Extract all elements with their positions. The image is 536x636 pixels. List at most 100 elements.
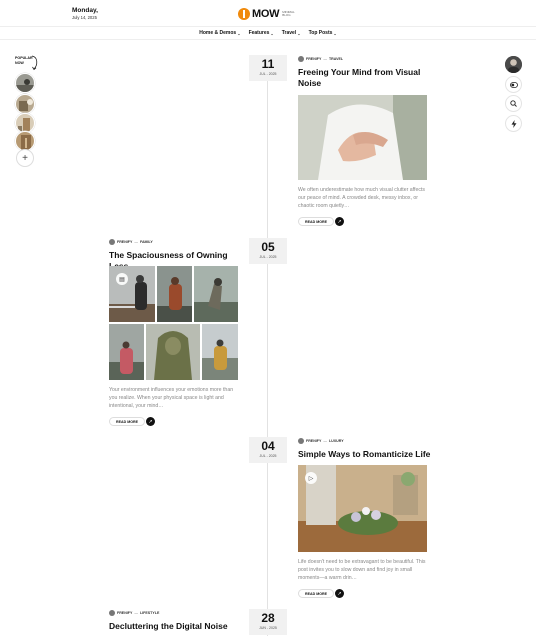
chevron-down-icon: ⌄ [297,30,301,36]
gallery-image-art [109,324,144,380]
author-avatar [109,610,115,616]
popular-thumb-image [16,95,34,113]
post-month: JUN - 2025 [259,626,277,630]
post-title[interactable]: Freeing Your Mind from Visual Noise [298,67,428,89]
post-meta: FRENIFY — LIFESTYLE [109,610,159,616]
post-date-box: 04 JUL - 2025 [249,437,287,463]
arrow-up-right-icon[interactable]: ↗ [335,217,344,226]
post-excerpt: We often underestimate how much visual c… [298,187,425,210]
post-date-box: 11 JUL - 2025 [249,55,287,81]
gallery-image-art [109,266,155,322]
popular-line2: NOW [15,61,24,66]
trending-button[interactable] [505,115,522,132]
logo-tagline: MINIMAL BLOG [282,9,295,17]
gallery-icon: ▤ [116,273,128,285]
popular-thumb[interactable] [15,113,35,133]
header-date: Monday, July 14, 2025 [72,7,98,20]
post-featured-image[interactable]: ▷ [298,465,427,552]
post-month: JUL - 2025 [259,255,277,259]
meta-separator: — [323,439,327,443]
read-more[interactable]: READ MORE ↗ [298,589,344,598]
post-date-box: 05 JUL - 2025 [249,238,287,264]
post-featured-image[interactable] [298,95,427,180]
post-excerpt: Life doesn't need to be extravagant to b… [298,559,426,582]
meta-separator: — [134,611,138,615]
post-author[interactable]: FRENIFY [117,611,132,615]
video-icon: ▷ [305,472,317,484]
post-title[interactable]: Simple Ways to Romanticize Life [298,449,433,460]
read-more-button[interactable]: READ MORE [109,417,145,426]
site-header: Monday, July 14, 2025 MOW MINIMAL BLOG [0,0,536,27]
post-meta: FRENIFY — FAMILY [109,239,153,245]
nav-item-label: Features [248,30,270,36]
header-full-date: July 14, 2025 [72,14,97,20]
post-category[interactable]: TRAVEL [329,57,343,61]
arrow-up-right-icon[interactable]: ↗ [335,589,344,598]
post-category[interactable]: FAMILY [140,240,153,244]
toggle-button[interactable] [505,76,522,93]
post-featured-image-art [298,95,427,180]
read-more[interactable]: READ MORE ↗ [298,217,344,226]
gallery-image[interactable]: ▤ [109,266,155,322]
nav-item-label: Top Posts [308,30,333,36]
post-day: 05 [261,240,275,254]
read-more-button[interactable]: READ MORE [298,217,334,226]
gallery-image[interactable] [157,266,192,322]
site-logo[interactable]: MOW MINIMAL BLOG [238,8,302,20]
post-month: JUL - 2025 [259,454,277,458]
post-author[interactable]: FRENIFY [306,57,321,61]
gallery-image[interactable] [202,324,238,380]
gallery-image-art [202,324,238,380]
popular-line1: POPULAR [15,56,33,60]
nav-item-travel[interactable]: Travel ⌄ [282,30,301,36]
read-more-button[interactable]: READ MORE [298,589,334,598]
chevron-down-icon: ⌄ [237,30,241,36]
post-excerpt: Your environment influences your emotion… [109,387,234,410]
author-avatar [298,56,304,62]
logo-text: MOW [252,8,280,20]
gallery-image[interactable] [146,324,200,380]
search-button[interactable] [505,95,522,112]
nav-item-home-demos[interactable]: Home & Demos ⌄ [199,30,240,36]
post-author[interactable]: FRENIFY [306,439,321,443]
nav-item-top-posts[interactable]: Top Posts ⌄ [309,30,337,36]
user-avatar[interactable] [505,56,522,73]
gallery-image-art [157,266,192,322]
gallery-image-art [146,324,200,380]
post-day: 28 [261,611,275,625]
author-avatar [109,239,115,245]
toggle-icon [509,81,518,88]
nav-item-features[interactable]: Features ⌄ [249,30,274,36]
popular-thumb[interactable] [15,73,35,93]
nav-item-label: Home & Demos [199,30,237,36]
chevron-down-icon: ⌄ [270,30,274,36]
add-popular-button[interactable]: + [16,149,34,167]
popular-now-label: POPULAR NOW [15,56,33,66]
gallery-image[interactable] [109,324,144,380]
post-featured-image-art [298,465,427,552]
timeline-line [267,66,268,636]
gallery-image-art [194,266,238,322]
post-day: 04 [261,439,275,453]
header-day: Monday, [72,7,98,14]
logo-mark-icon [238,8,250,20]
post-category[interactable]: LUXURY [329,439,344,443]
popular-thumb[interactable] [15,131,35,151]
search-icon [510,100,517,107]
post-category[interactable]: LIFESTYLE [140,611,159,615]
plus-icon: + [22,152,28,164]
post-author[interactable]: FRENIFY [117,240,132,244]
post-title[interactable]: Decluttering the Digital Noise [109,621,249,632]
read-more[interactable]: READ MORE ↗ [109,417,155,426]
post-day: 11 [261,57,275,71]
arrow-up-right-icon[interactable]: ↗ [146,417,155,426]
gallery-image[interactable] [194,266,238,322]
lightning-icon [511,119,516,128]
popular-thumb-image [16,74,34,92]
popular-thumb[interactable] [15,94,35,114]
meta-separator: — [323,57,327,61]
post-date-box: 28 JUN - 2025 [249,609,287,635]
nav-item-label: Travel [281,30,297,36]
meta-separator: — [134,240,138,244]
post-meta: FRENIFY — LUXURY [298,438,344,444]
